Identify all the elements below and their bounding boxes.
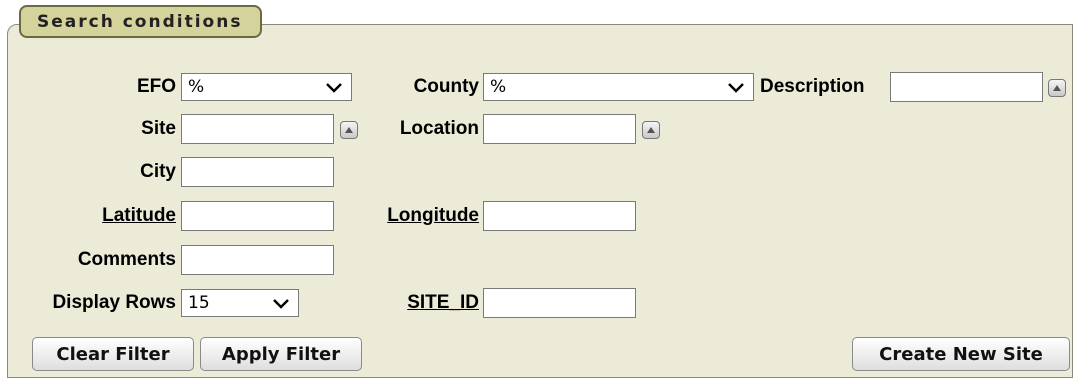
display-rows-value: 15 [188,293,210,313]
apply-filter-button[interactable]: Apply Filter [200,337,362,371]
caret-up-icon [345,127,353,133]
site-id-input[interactable] [483,288,636,318]
site-input[interactable] [181,114,334,144]
county-select[interactable]: % [483,73,754,101]
longitude-input[interactable] [483,201,636,231]
clear-filter-button[interactable]: Clear Filter [32,337,194,371]
description-input[interactable] [890,72,1043,102]
chevron-down-icon [273,299,289,309]
chevron-down-icon [728,83,744,93]
caret-up-icon [1053,85,1061,91]
efo-value: % [188,77,205,97]
panel-title: Search conditions [19,5,263,38]
site-label: Site [141,118,176,139]
comments-input[interactable] [181,245,334,275]
caret-up-icon [647,127,655,133]
latitude-input[interactable] [181,201,334,231]
location-input[interactable] [483,114,636,144]
description-lookup-button[interactable] [1048,79,1066,97]
county-label: County [413,76,479,97]
display-rows-label: Display Rows [52,292,176,313]
county-value: % [490,77,507,97]
efo-select[interactable]: % [181,73,352,101]
latitude-link[interactable]: Latitude [60,201,176,231]
site-id-link[interactable]: SITE_ID [380,288,479,318]
location-label: Location [399,118,479,139]
efo-label: EFO [136,76,176,97]
display-rows-select[interactable]: 15 [181,289,299,317]
city-input[interactable] [181,157,334,187]
city-label: City [140,161,176,182]
site-lookup-button[interactable] [340,121,358,139]
chevron-down-icon [326,83,342,93]
comments-label: Comments [77,249,176,270]
longitude-link[interactable]: Longitude [360,201,479,231]
description-label: Description [760,76,865,97]
location-lookup-button[interactable] [642,121,660,139]
create-new-site-button[interactable]: Create New Site [852,337,1070,371]
